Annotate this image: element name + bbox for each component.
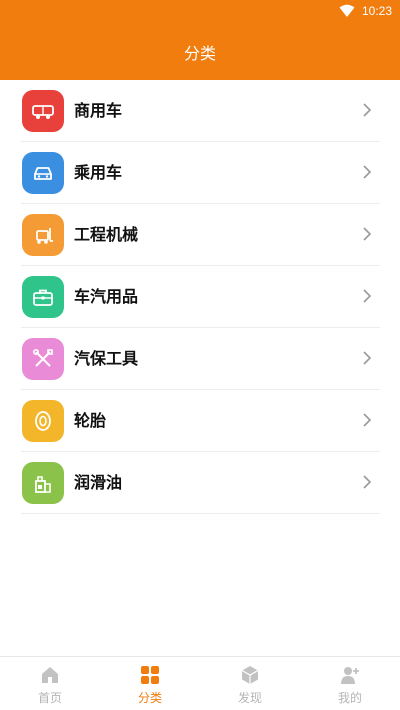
tab-discover[interactable]: 发现: [200, 657, 300, 710]
category-item-construction-machinery[interactable]: 工程机械: [21, 204, 380, 266]
user-add-icon: [341, 667, 359, 684]
category-item-passenger-car[interactable]: 乘用车: [21, 142, 380, 204]
category-label: 汽保工具: [74, 349, 139, 368]
category-label: 润滑油: [74, 473, 123, 492]
category-item-lubricant[interactable]: 润滑油: [21, 452, 380, 514]
car-icon: [22, 152, 64, 194]
chevron-right-icon: [363, 103, 372, 117]
tab-home[interactable]: 首页: [0, 657, 100, 710]
tab-label: 首页: [37, 691, 62, 705]
forklift-icon: [22, 214, 64, 256]
chevron-right-icon: [363, 413, 372, 427]
tab-label: 分类: [137, 691, 162, 705]
tab-category[interactable]: 分类: [100, 657, 200, 710]
category-label: 工程机械: [74, 225, 139, 244]
status-time: 10:23: [361, 4, 392, 18]
chevron-right-icon: [363, 289, 372, 303]
tools-icon: [22, 338, 64, 380]
status-bar: 10:23: [0, 0, 400, 24]
cube-icon: [241, 666, 259, 684]
category-item-repair-tools[interactable]: 汽保工具: [21, 328, 380, 390]
chevron-right-icon: [363, 351, 372, 365]
category-list: 商用车 乘用车 工程机械 车汽用品 汽保工具 轮胎 润滑油: [21, 80, 380, 514]
category-item-commercial-vehicle[interactable]: 商用车: [21, 80, 380, 142]
tab-mine[interactable]: 我的: [300, 657, 400, 710]
category-label: 乘用车: [74, 163, 123, 182]
category-label: 轮胎: [74, 411, 107, 430]
tire-icon: [22, 400, 64, 442]
category-item-car-accessories[interactable]: 车汽用品: [21, 266, 380, 328]
bottom-tab-bar: 首页 分类 发现 我的: [0, 656, 400, 710]
app-header: 10:23 分类: [0, 0, 400, 80]
wifi-icon: [339, 4, 355, 17]
home-icon: [42, 667, 58, 683]
tab-label: 发现: [237, 691, 262, 705]
chevron-right-icon: [363, 165, 372, 179]
oil-bottle-icon: [22, 462, 64, 504]
page-title: 分类: [183, 44, 216, 63]
grid-icon: [141, 666, 159, 684]
chevron-right-icon: [363, 227, 372, 241]
chevron-right-icon: [363, 475, 372, 489]
category-label: 车汽用品: [74, 287, 139, 306]
toolbox-icon: [22, 276, 64, 318]
tab-label: 我的: [337, 691, 362, 705]
category-label: 商用车: [74, 101, 123, 120]
category-item-tires[interactable]: 轮胎: [21, 390, 380, 452]
truck-icon: [22, 90, 64, 132]
